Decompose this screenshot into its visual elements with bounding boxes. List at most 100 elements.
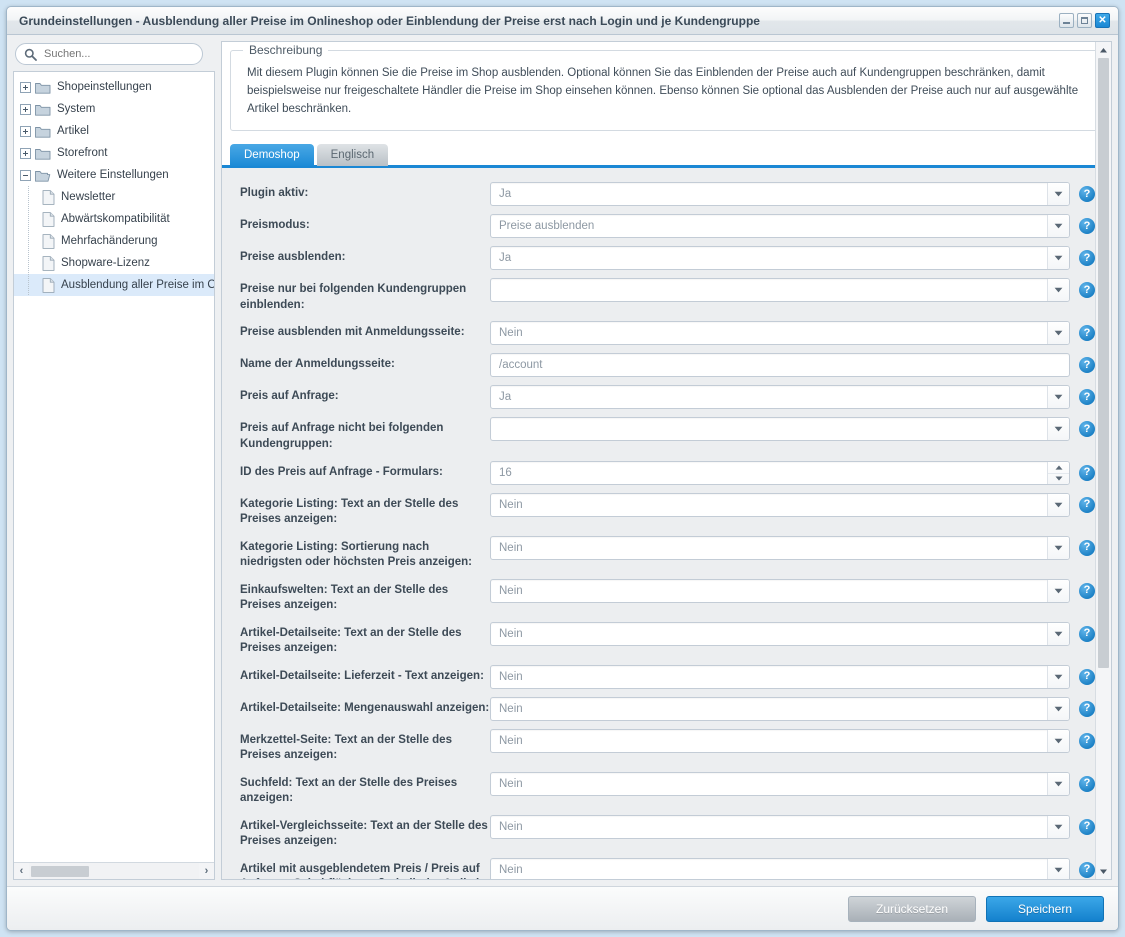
help-icon[interactable]: ? [1079,625,1095,642]
help-icon[interactable]: ? [1079,582,1095,599]
chevron-down-icon[interactable] [1047,622,1069,645]
tree-item-shopeinstellungen[interactable]: Shopeinstellungen [14,76,214,98]
tree-item-newsletter[interactable]: Newsletter [14,186,214,208]
tree-item-ausblendung-aller-preise-im-on[interactable]: Ausblendung aller Preise im On [14,274,214,296]
field-label: Artikel mit ausgeblendetem Preis / Preis… [240,862,483,879]
hscroll-track[interactable] [29,863,199,879]
chevron-down-icon[interactable] [1047,386,1069,409]
dropdown-field[interactable]: Ja [490,182,1070,207]
field-control [490,278,1070,303]
help-icon[interactable]: ? [1079,668,1095,685]
spinner-down-icon[interactable] [1048,472,1069,484]
help-icon[interactable]: ? [1079,700,1095,717]
help-icon[interactable]: ? [1079,250,1095,267]
chevron-down-icon[interactable] [1047,493,1069,516]
expand-toggle-icon[interactable] [20,147,31,159]
dropdown-field[interactable] [490,278,1070,303]
dropdown-field[interactable]: Nein [490,621,1070,646]
field-control-group: Nein? [490,696,1095,721]
save-button[interactable]: Speichern [986,895,1104,922]
chevron-down-icon[interactable] [1047,215,1069,238]
scroll-down-icon[interactable] [1096,863,1111,879]
minimize-button[interactable] [1059,13,1074,28]
chevron-down-icon[interactable] [1047,697,1069,720]
chevron-down-icon[interactable] [1047,772,1069,795]
scroll-left-icon[interactable]: ‹ [14,865,29,877]
dropdown-field[interactable] [490,417,1070,442]
tab-demoshop[interactable]: Demoshop [230,144,314,167]
chevron-down-icon[interactable] [1047,665,1069,688]
help-icon[interactable]: ? [1079,325,1095,342]
chevron-down-icon[interactable] [1047,536,1069,559]
tree-item-artikel[interactable]: Artikel [14,120,214,142]
chevron-down-icon[interactable] [1047,729,1069,752]
dropdown-field[interactable]: Preise ausblenden [490,214,1070,239]
hscroll-thumb[interactable] [31,866,89,877]
help-icon[interactable]: ? [1079,357,1095,374]
dropdown-field[interactable]: Nein [490,771,1070,796]
content-vertical-scrollbar[interactable] [1095,42,1111,879]
field-control: Nein [490,696,1070,721]
dropdown-field[interactable]: Nein [490,814,1070,839]
chevron-down-icon[interactable] [1047,279,1069,302]
text-input[interactable]: /account [490,353,1070,378]
help-icon[interactable]: ? [1079,282,1095,299]
tree-item-abwärtskompatibilität[interactable]: Abwärtskompatibilität [14,208,214,230]
scroll-up-icon[interactable] [1096,42,1111,58]
chevron-down-icon[interactable] [1047,322,1069,345]
help-icon[interactable]: ? [1079,389,1095,406]
field-value: Ja [499,391,512,404]
dropdown-field[interactable]: Nein [490,535,1070,560]
dropdown-field[interactable]: Nein [490,664,1070,689]
dropdown-field[interactable]: Nein [490,857,1070,879]
help-icon[interactable]: ? [1079,818,1095,835]
number-spinner-input[interactable]: 16 [490,460,1070,485]
close-button[interactable]: ✕ [1095,13,1110,28]
dropdown-field[interactable]: Nein [490,578,1070,603]
help-icon[interactable]: ? [1079,218,1095,235]
spinner-buttons[interactable] [1047,461,1069,484]
help-icon[interactable]: ? [1079,775,1095,792]
vscroll-track[interactable] [1096,58,1111,863]
dropdown-field[interactable]: Nein [490,728,1070,753]
expand-toggle-icon[interactable] [20,125,31,137]
help-icon[interactable]: ? [1079,186,1095,203]
help-icon[interactable]: ? [1079,496,1095,513]
dropdown-field[interactable]: Ja [490,385,1070,410]
chevron-down-icon[interactable] [1047,418,1069,441]
chevron-down-icon[interactable] [1047,815,1069,838]
chevron-down-icon[interactable] [1047,579,1069,602]
help-icon[interactable]: ? [1079,421,1095,438]
form-row: Preis auf Anfrage: Ja? [232,385,1095,410]
dropdown-field[interactable]: Nein [490,492,1070,517]
dropdown-field[interactable]: Nein [490,321,1070,346]
spinner-up-icon[interactable] [1048,462,1069,473]
tree-item-shopware-lizenz[interactable]: Shopware-Lizenz [14,252,214,274]
reset-button[interactable]: Zurücksetzen [848,895,976,922]
chevron-down-icon[interactable] [1047,183,1069,206]
search-box[interactable] [15,43,203,65]
help-icon[interactable]: ? [1079,464,1095,481]
tree-item-storefront[interactable]: Storefront [14,142,214,164]
scroll-right-icon[interactable]: › [199,865,214,877]
tree-item-mehrfachänderung[interactable]: Mehrfachänderung [14,230,214,252]
help-icon[interactable]: ? [1079,732,1095,749]
help-icon[interactable]: ? [1079,861,1095,878]
tree-item-system[interactable]: System [14,98,214,120]
search-input[interactable] [42,47,194,61]
dropdown-field[interactable]: Ja [490,246,1070,271]
tab-englisch[interactable]: Englisch [316,144,389,167]
sidebar-horizontal-scrollbar[interactable]: ‹ › [14,862,214,879]
search-icon [24,48,37,61]
collapse-toggle-icon[interactable] [20,169,31,181]
expand-toggle-icon[interactable] [20,81,31,93]
dropdown-field[interactable]: Nein [490,696,1070,721]
maximize-button[interactable] [1077,13,1092,28]
expand-toggle-icon[interactable] [20,103,31,115]
vscroll-thumb[interactable] [1098,58,1109,668]
tree-item-weitere-einstellungen[interactable]: Weitere Einstellungen [14,164,214,186]
help-icon[interactable]: ? [1079,539,1095,556]
field-control: Nein [490,771,1070,796]
chevron-down-icon[interactable] [1047,858,1069,879]
chevron-down-icon[interactable] [1047,247,1069,270]
